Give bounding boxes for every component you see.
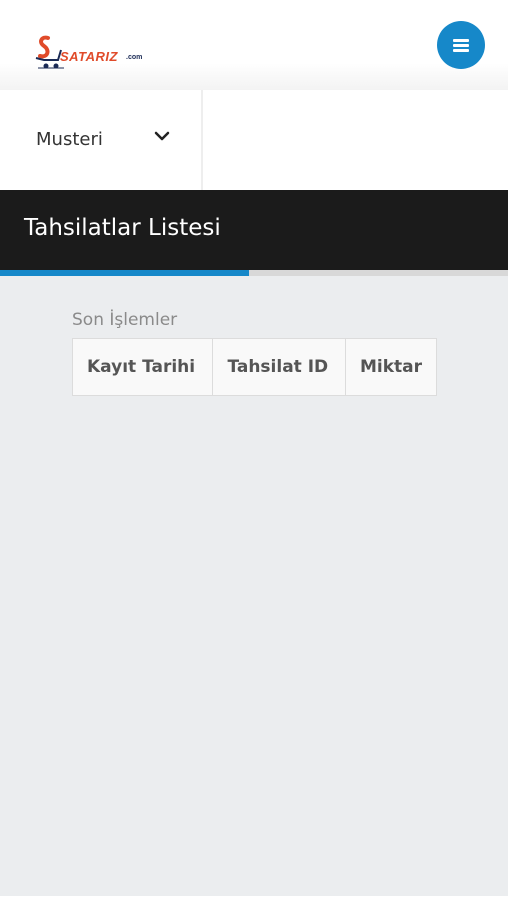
main-content: Son İşlemler Kayıt Tarihi Tahsilat ID Mi… bbox=[0, 276, 508, 896]
chevron-down-icon bbox=[154, 131, 170, 141]
transactions-table: Kayıt Tarihi Tahsilat ID Miktar bbox=[72, 338, 437, 396]
logo-wordmark: SATARIZ bbox=[60, 49, 118, 64]
app-header: SATARIZ .com bbox=[0, 0, 508, 90]
page-title: Tahsilatlar Listesi bbox=[24, 215, 221, 241]
satariz-logo[interactable]: SATARIZ .com bbox=[34, 30, 159, 74]
page-title-bar: Tahsilatlar Listesi bbox=[0, 190, 508, 270]
transactions-table-wrapper[interactable]: Kayıt Tarihi Tahsilat ID Miktar bbox=[72, 338, 437, 396]
logo-suffix: .com bbox=[126, 54, 143, 61]
column-header-miktar[interactable]: Miktar bbox=[344, 338, 437, 396]
column-header-kayit-tarihi[interactable]: Kayıt Tarihi bbox=[72, 338, 214, 396]
bottom-divider bbox=[0, 896, 508, 900]
nav-bar: Musteri bbox=[0, 90, 508, 190]
recent-transactions-label: Son İşlemler bbox=[72, 310, 178, 330]
table-header-row: Kayıt Tarihi Tahsilat ID Miktar bbox=[72, 338, 437, 396]
hamburger-menu-icon bbox=[453, 39, 469, 52]
nav-item-musteri[interactable]: Musteri bbox=[0, 90, 203, 190]
nav-item-label: Musteri bbox=[36, 129, 103, 150]
column-header-tahsilat-id[interactable]: Tahsilat ID bbox=[212, 338, 346, 396]
menu-button[interactable] bbox=[437, 21, 485, 69]
